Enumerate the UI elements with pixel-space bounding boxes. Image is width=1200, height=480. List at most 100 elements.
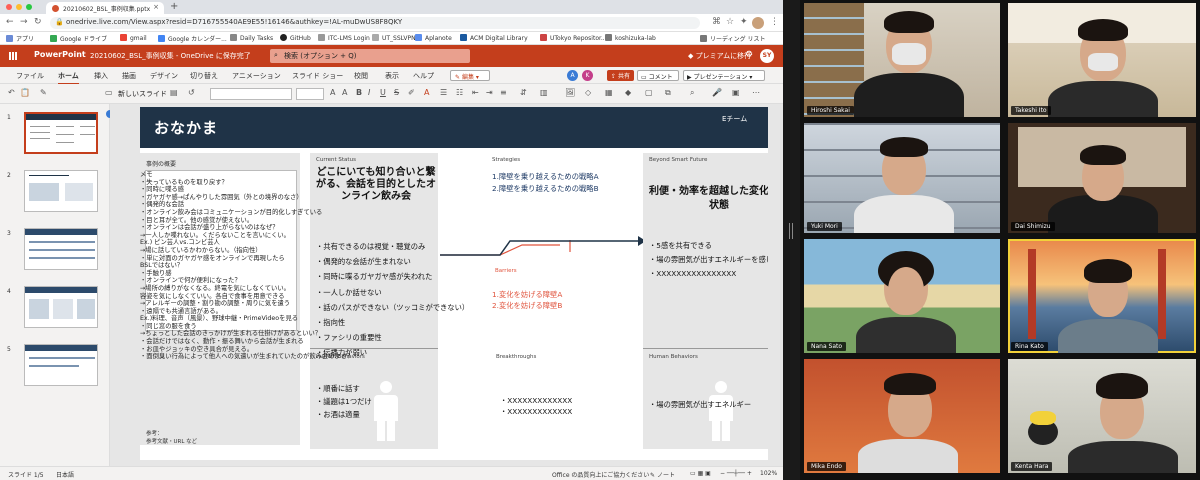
user-avatar[interactable]: SY: [760, 49, 774, 63]
video-tile[interactable]: Dai Shimizu: [1008, 123, 1196, 233]
italic-icon[interactable]: I: [368, 88, 370, 97]
video-tile[interactable]: Nana Sato: [804, 239, 1000, 353]
grow-font-icon[interactable]: A: [330, 88, 335, 97]
reset-icon[interactable]: ↺: [188, 88, 195, 97]
tab-animations[interactable]: アニメーション: [232, 71, 281, 81]
premium-link[interactable]: ◆ プレミアムに移行: [688, 51, 751, 61]
slide-thumbnail-2[interactable]: [24, 170, 98, 212]
bookmark-itc-lms[interactable]: ITC-LMS Login: [318, 34, 370, 42]
bookmark-koshizuka[interactable]: koshizuka-lab: [605, 34, 656, 42]
coauthor-avatar[interactable]: A: [567, 70, 578, 81]
comment-button[interactable]: ▭ コメント: [637, 70, 679, 81]
edit-mode-button[interactable]: ✎ 編集 ▾: [450, 70, 490, 81]
video-tile[interactable]: Hiroshi Sakai: [804, 3, 1000, 117]
bold-icon[interactable]: B: [356, 88, 362, 97]
tab-file[interactable]: ファイル: [16, 71, 44, 81]
slide-title[interactable]: おなかま: [154, 117, 218, 138]
strikethrough-icon[interactable]: S: [394, 88, 399, 97]
text-direction-icon[interactable]: ⇵: [520, 88, 527, 97]
video-tile[interactable]: Kenta Hara: [1008, 359, 1196, 473]
video-tile[interactable]: Yuki Mori: [804, 123, 1000, 233]
bookmark-utokyo[interactable]: UTokyo Repositor...: [540, 34, 607, 42]
bookmark-drive[interactable]: Google ドライブ: [50, 34, 107, 43]
strategies-items[interactable]: 1.障壁を乗り越えるための戦略A 2.障壁を乗り越えるための戦略B: [492, 171, 599, 195]
tab-draw[interactable]: 描画: [122, 71, 136, 81]
breakthroughs-items[interactable]: ・XXXXXXXXXXXXX ・XXXXXXXXXXXXX: [500, 395, 572, 417]
split-divider[interactable]: [783, 0, 800, 480]
extensions-icon[interactable]: ✦: [740, 17, 748, 27]
highlight-icon[interactable]: ✐: [408, 88, 415, 97]
increase-indent-icon[interactable]: ⇥: [486, 88, 493, 97]
back-icon[interactable]: ←: [6, 17, 14, 27]
reload-icon[interactable]: ↻: [34, 17, 42, 27]
beyond-title[interactable]: 利便・効率を超越した変化後の状態: [649, 185, 768, 213]
bookmark-acm[interactable]: ACM Digital Library: [460, 34, 528, 42]
shrink-font-icon[interactable]: A: [342, 88, 347, 97]
translate-icon[interactable]: ⌘: [712, 17, 721, 27]
arrange-icon[interactable]: ▦: [605, 88, 613, 97]
tab-slideshow[interactable]: スライド ショー: [292, 71, 343, 81]
designer-icon[interactable]: ▣: [732, 88, 740, 97]
team-label[interactable]: Eチーム: [722, 114, 747, 124]
font-name-input[interactable]: [210, 88, 292, 100]
bookmark-calendar[interactable]: Google カレンダー...: [158, 34, 227, 43]
bookmark-sslvpn[interactable]: UT_SSLVPN: [372, 34, 416, 42]
video-tile[interactable]: Takeshi Ito: [1008, 3, 1196, 117]
present-button[interactable]: ▶ プレゼンテーション ▾: [683, 70, 765, 81]
new-tab-icon[interactable]: +: [170, 1, 178, 12]
browser-profile-avatar[interactable]: [752, 17, 764, 29]
font-color-icon[interactable]: A: [424, 88, 429, 97]
bookmark-github[interactable]: GitHub: [280, 34, 311, 42]
url-input[interactable]: 🔒 onedrive.live.com/View.aspx?resid=D716…: [50, 17, 700, 29]
video-tile-active-speaker[interactable]: Rina Kato: [1008, 239, 1196, 353]
find-icon[interactable]: ⌕: [690, 88, 694, 98]
clipboard-icon[interactable]: 📋: [20, 88, 30, 97]
slide-thumbnail-5[interactable]: [24, 344, 98, 386]
format-painter-icon[interactable]: ✎: [40, 88, 47, 97]
decrease-indent-icon[interactable]: ⇤: [472, 88, 479, 97]
dictate-icon[interactable]: 🎤: [712, 88, 722, 97]
bookmark-gmail[interactable]: gmail: [120, 34, 147, 42]
undo-icon[interactable]: ↶: [8, 88, 15, 97]
bookmark-star-icon[interactable]: ☆: [726, 17, 734, 27]
shapes-icon[interactable]: ◇: [585, 88, 591, 97]
bookmark-reading-list[interactable]: リーディング リスト: [700, 34, 766, 43]
align-icon[interactable]: ≡: [500, 88, 507, 97]
bullets-icon[interactable]: ☰: [440, 88, 447, 97]
slide-thumbnail-4[interactable]: [24, 286, 98, 328]
file-name[interactable]: 20210602_BSL_事例収集 - OneDrive に保存完了: [90, 51, 251, 61]
notes-button[interactable]: ✎ ノート: [650, 470, 675, 479]
tab-transitions[interactable]: 切り替え: [190, 71, 218, 81]
zoom-level[interactable]: 102%: [760, 470, 777, 477]
tab-insert[interactable]: 挿入: [94, 71, 108, 81]
tab-help[interactable]: ヘルプ: [413, 71, 434, 81]
underline-icon[interactable]: U: [380, 88, 386, 97]
forward-icon[interactable]: →: [20, 17, 28, 27]
bookmark-apps[interactable]: アプリ: [6, 34, 34, 43]
layout-icon[interactable]: ▤: [170, 88, 178, 97]
slide[interactable]: おなかま Eチーム 事例の概要 メモ ・失っているものを取り戻す？ ・同時に喋る感・…: [140, 107, 768, 460]
settings-gear-icon[interactable]: ⚙: [745, 50, 753, 60]
numbering-icon[interactable]: ☷: [456, 88, 463, 97]
beyond-human-behavior[interactable]: ・場の雰囲気が出すエネルギー: [649, 400, 751, 410]
picture-icon[interactable]: 🖼: [565, 88, 575, 97]
app-launcher-icon[interactable]: [9, 52, 17, 60]
slide-thumbnail-3[interactable]: [24, 228, 98, 270]
barriers-items[interactable]: 1.変化を妨げる障壁A 2.変化を妨げる障壁B: [492, 289, 562, 311]
new-slide-icon[interactable]: ▭: [105, 88, 113, 97]
coauthor-avatar[interactable]: K: [582, 70, 593, 81]
reference-value[interactable]: 参考文献・URL など: [146, 437, 197, 445]
font-size-input[interactable]: [296, 88, 324, 100]
tab-review[interactable]: 校閲: [354, 71, 368, 81]
close-tab-icon[interactable]: ×: [153, 3, 159, 11]
search-input[interactable]: ⌕ 検索 (オプション + Q): [270, 49, 470, 63]
human-behaviors-items[interactable]: ・順番に話す ・議題は1つだけ ・お酒は適量: [316, 382, 372, 421]
new-slide-button[interactable]: 新しいスライド: [118, 89, 167, 99]
feedback-link[interactable]: Office の品質向上にご協力ください: [552, 470, 649, 479]
maximize-window-button[interactable]: [26, 4, 32, 10]
bookmark-daily-tasks[interactable]: Daily Tasks: [230, 34, 273, 42]
browser-menu-icon[interactable]: ⋮: [770, 17, 779, 27]
bookmark-aplanote[interactable]: Aplanote: [415, 34, 452, 42]
fill-icon[interactable]: ◆: [625, 88, 631, 97]
columns-icon[interactable]: ▥: [540, 88, 548, 97]
